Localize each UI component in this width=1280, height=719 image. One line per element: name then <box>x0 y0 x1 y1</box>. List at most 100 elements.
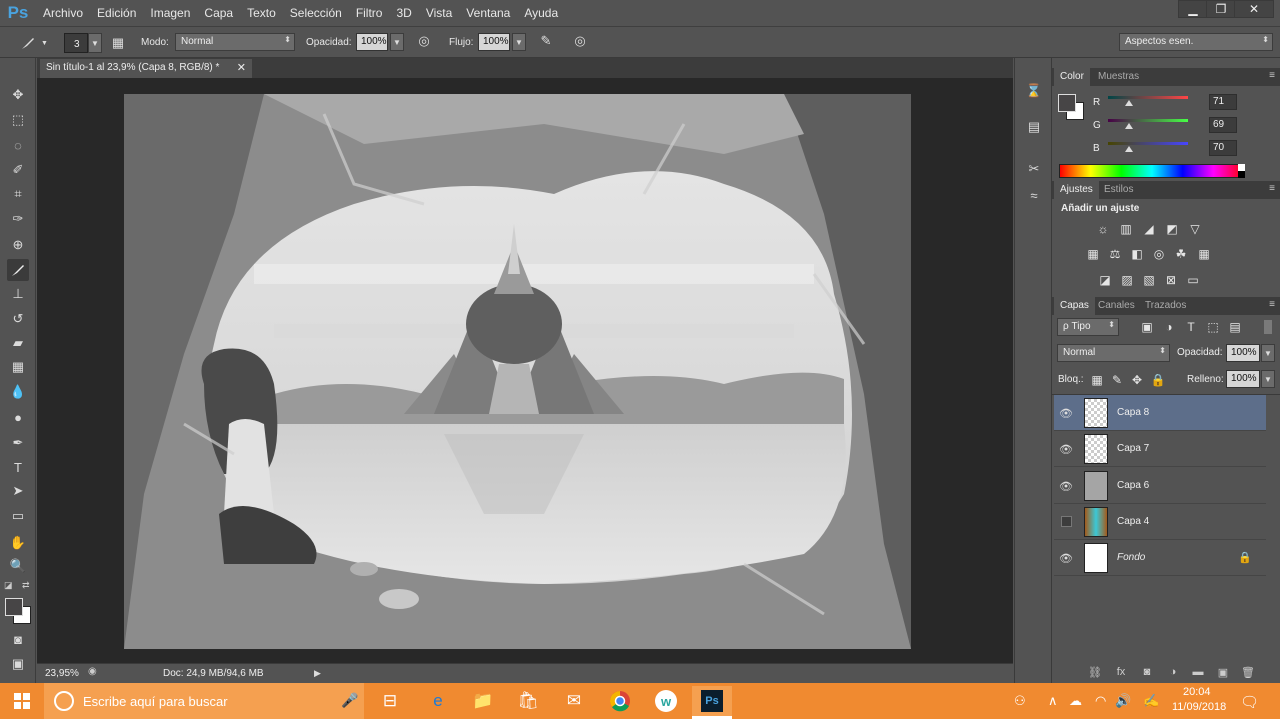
menu-archivo[interactable]: Archivo <box>36 6 90 20</box>
rectangle-tool-icon[interactable]: ▭ <box>7 505 29 527</box>
brush-size-field[interactable]: 3 <box>64 33 88 53</box>
menu-filtro[interactable]: Filtro <box>349 6 390 20</box>
volume-icon[interactable]: 🔊 <box>1115 693 1131 709</box>
crop-tool-icon[interactable]: ⌗ <box>7 183 29 205</box>
filter-pixel-icon[interactable]: ▣ <box>1139 320 1155 334</box>
eye-icon[interactable]: 👁 <box>1059 442 1073 456</box>
onedrive-icon[interactable]: ☁ <box>1069 693 1082 709</box>
history-brush-tool-icon[interactable]: ↺ <box>7 308 29 330</box>
menu-seleccion[interactable]: Selección <box>283 6 349 20</box>
layers-panel-menu-icon[interactable]: ≡ <box>1269 299 1275 310</box>
spectrum-black[interactable] <box>1238 171 1245 178</box>
layer-style-icon[interactable]: fx <box>1113 665 1129 679</box>
wunderlist-icon[interactable]: w <box>646 686 686 716</box>
exposure-icon[interactable]: ◩ <box>1164 222 1180 236</box>
quick-mask-icon[interactable]: ◙ <box>7 628 29 650</box>
zoom-level[interactable]: 23,95% <box>45 668 79 679</box>
b-value[interactable]: 70 <box>1209 140 1237 156</box>
tab-styles[interactable]: Estilos <box>1098 181 1139 199</box>
filter-adjustment-icon[interactable]: ◑ <box>1161 320 1177 334</box>
foreground-color-swatch[interactable] <box>5 598 23 616</box>
layer-row[interactable]: 👁 Fondo 🔒 <box>1054 540 1266 576</box>
marquee-tool-icon[interactable]: ⬚ <box>7 109 29 131</box>
history-panel-icon[interactable]: ⌛ <box>1023 80 1045 102</box>
pressure-size-icon[interactable]: ◎ <box>570 31 590 51</box>
pen-workspace-icon[interactable]: ✍ <box>1143 693 1159 709</box>
b-slider-knob[interactable] <box>1125 146 1133 152</box>
screen-mode-icon[interactable]: ▣ <box>7 653 29 675</box>
microphone-icon[interactable]: 🎤 <box>341 692 358 709</box>
menu-texto[interactable]: Texto <box>240 6 283 20</box>
chrome-icon[interactable] <box>600 686 640 716</box>
brush-size-arrow[interactable]: ▼ <box>88 33 102 53</box>
tab-paths[interactable]: Trazados <box>1139 297 1192 315</box>
eye-icon[interactable]: 👁 <box>1059 551 1073 565</box>
link-layers-icon[interactable]: ⛓ <box>1087 665 1103 679</box>
file-explorer-icon[interactable]: 📁 <box>463 686 503 716</box>
filter-toggle[interactable] <box>1264 320 1272 334</box>
brush-preset-icon[interactable] <box>18 33 38 53</box>
document-tab[interactable]: Sin título-1 al 23,9% (Capa 8, RGB/8) * … <box>40 59 252 78</box>
artwork-canvas[interactable] <box>124 94 911 649</box>
menu-ayuda[interactable]: Ayuda <box>517 6 565 20</box>
quick-select-tool-icon[interactable]: ✐ <box>7 159 29 181</box>
menu-imagen[interactable]: Imagen <box>143 6 197 20</box>
posterize-icon[interactable]: ▨ <box>1119 273 1135 287</box>
r-slider[interactable] <box>1108 96 1188 99</box>
lock-transparent-icon[interactable]: ▦ <box>1089 373 1105 387</box>
brush-settings-icon[interactable]: ✂ <box>1023 158 1045 180</box>
layer-opacity-arrow[interactable]: ▼ <box>1261 344 1275 362</box>
lock-image-icon[interactable]: ✎ <box>1109 373 1125 387</box>
tab-color[interactable]: Color <box>1054 68 1090 86</box>
opacity-arrow[interactable]: ▼ <box>390 33 404 51</box>
status-menu-arrow[interactable]: ▶ <box>314 668 321 679</box>
fill-arrow[interactable]: ▼ <box>1261 370 1275 388</box>
dodge-tool-icon[interactable]: ● <box>7 406 29 428</box>
path-select-tool-icon[interactable]: ➤ <box>7 480 29 502</box>
filter-shape-icon[interactable]: ⬚ <box>1205 320 1221 334</box>
share-icon[interactable]: ◉ <box>88 666 102 680</box>
layer-row[interactable]: 👁 Capa 8 <box>1054 395 1266 431</box>
visibility-off-box[interactable] <box>1061 516 1072 527</box>
edge-icon[interactable]: e <box>418 686 458 716</box>
wifi-icon[interactable]: ◠ <box>1095 693 1106 709</box>
hand-tool-icon[interactable]: ✋ <box>7 532 29 554</box>
lock-all-icon[interactable]: 🔒 <box>1150 373 1166 387</box>
new-layer-icon[interactable]: ▣ <box>1215 665 1231 679</box>
brush-panel-icon[interactable]: ▦ <box>108 33 128 53</box>
new-group-icon[interactable]: ▬ <box>1190 665 1206 679</box>
eye-icon[interactable]: 👁 <box>1059 406 1073 420</box>
lasso-tool-icon[interactable]: ◌ <box>7 134 29 156</box>
b-slider[interactable] <box>1108 142 1188 145</box>
flow-field[interactable]: 100% <box>478 33 510 51</box>
color-spectrum-bar[interactable] <box>1059 164 1245 178</box>
close-window-button[interactable]: ✕ <box>1234 0 1274 18</box>
menu-vista[interactable]: Vista <box>419 6 459 20</box>
gradient-tool-icon[interactable]: ▦ <box>7 356 29 378</box>
gradient-map-icon[interactable]: ▭ <box>1185 273 1201 287</box>
properties-panel-icon[interactable]: ▤ <box>1023 116 1045 138</box>
layer-row[interactable]: Capa 4 <box>1054 504 1266 540</box>
eraser-tool-icon[interactable]: ▰ <box>7 332 29 354</box>
brush-tool-icon[interactable] <box>7 259 29 281</box>
channel-mixer-icon[interactable]: ☘ <box>1173 247 1189 261</box>
layer-row[interactable]: 👁 Capa 7 <box>1054 431 1266 467</box>
doc-size[interactable]: Doc: 24,9 MB/94,6 MB <box>163 668 264 679</box>
opacity-field[interactable]: 100% <box>356 33 388 51</box>
brightness-icon[interactable]: ☼ <box>1095 222 1111 236</box>
taskbar-search[interactable]: Escribe aquí para buscar 🎤 <box>44 683 364 719</box>
selective-color-icon[interactable]: ⊠ <box>1163 273 1179 287</box>
g-value[interactable]: 69 <box>1209 117 1237 133</box>
layer-filter-dropdown[interactable]: ρ Tipo ⬍ <box>1057 318 1119 336</box>
move-tool-icon[interactable]: ✥ <box>7 84 29 106</box>
panel-menu-icon[interactable]: ≡ <box>1269 70 1275 81</box>
layer-opacity-field[interactable]: 100% <box>1226 344 1260 362</box>
tab-adjustments[interactable]: Ajustes <box>1054 181 1099 199</box>
people-icon[interactable]: ⚇ <box>1014 693 1026 709</box>
add-mask-icon[interactable]: ◙ <box>1139 665 1155 679</box>
tab-swatches[interactable]: Muestras <box>1092 68 1145 86</box>
mode-dropdown[interactable]: Normal ⬍ <box>175 33 295 51</box>
show-hidden-icons[interactable]: ∧ <box>1048 693 1058 709</box>
eye-icon[interactable]: 👁 <box>1059 479 1073 493</box>
color-panel-fg-swatch[interactable] <box>1058 94 1076 112</box>
